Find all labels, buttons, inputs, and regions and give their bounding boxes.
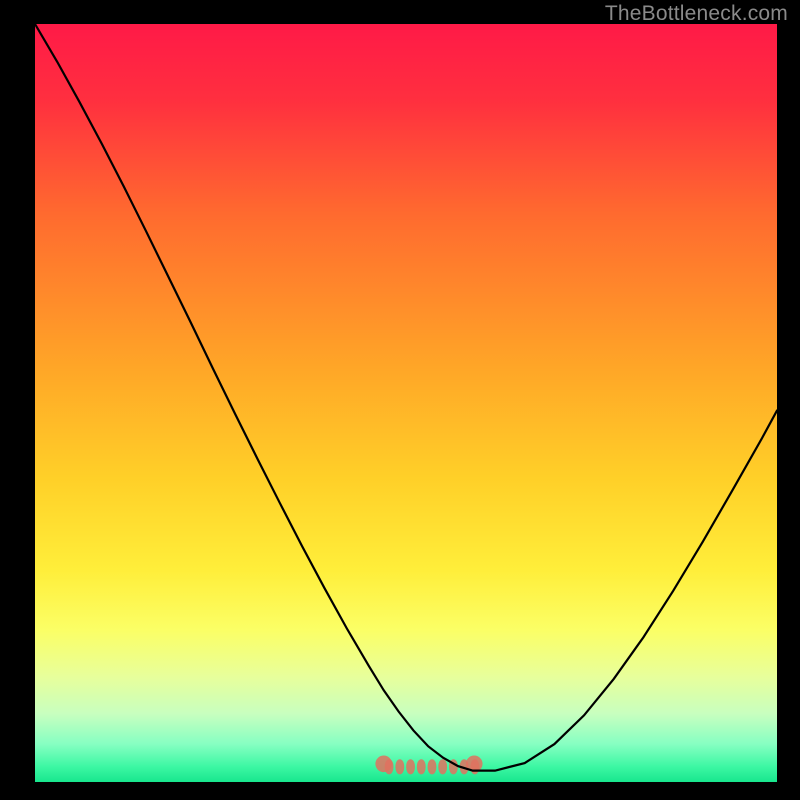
optimal-strip-endpoint (375, 756, 392, 773)
chart-container: TheBottleneck.com (0, 0, 800, 800)
optimal-strip-segment (417, 759, 426, 774)
watermark-label: TheBottleneck.com (605, 2, 788, 26)
optimal-strip-segment (438, 759, 447, 774)
bottleneck-chart (0, 0, 800, 800)
optimal-strip-segment (395, 759, 404, 774)
optimal-strip-segment (406, 759, 415, 774)
optimal-strip-segment (428, 759, 437, 774)
plot-background (35, 24, 777, 782)
